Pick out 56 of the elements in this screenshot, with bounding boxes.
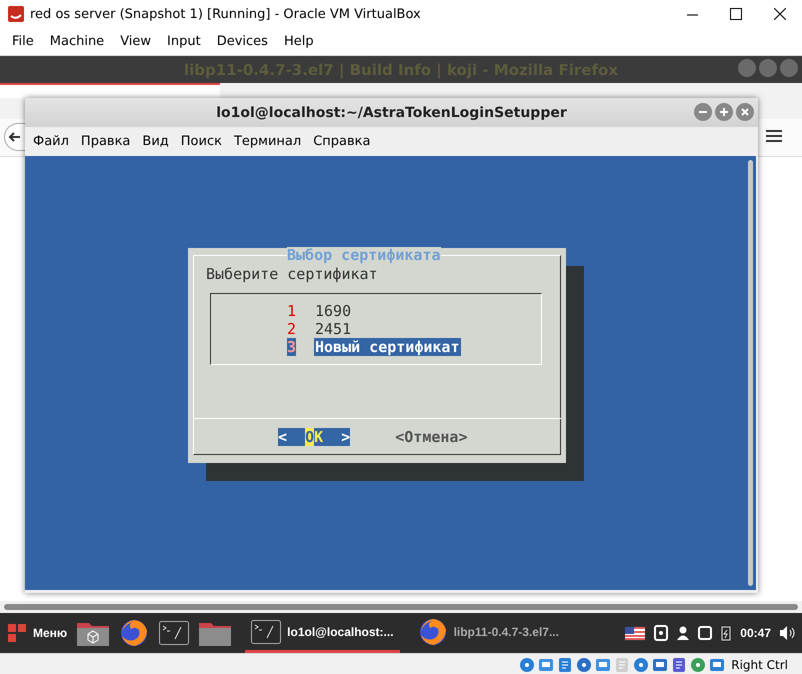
grid-icon: [8, 624, 26, 642]
flag-icon[interactable]: [625, 626, 646, 640]
browser-tab[interactable]: [0, 83, 220, 98]
clock[interactable]: 00:47: [740, 626, 771, 640]
app-icon: [8, 6, 24, 22]
dialog-prompt: Выберите сертификат: [206, 265, 378, 283]
window-icon[interactable]: [698, 626, 712, 640]
menu-item[interactable]: Правка: [74, 134, 136, 149]
launcher-button[interactable]: [119, 618, 150, 648]
minimize-button[interactable]: [694, 103, 712, 121]
menu-item[interactable]: Справка: [307, 134, 376, 149]
maximize-icon: [719, 107, 729, 117]
list-item[interactable]: 2451: [314, 320, 352, 338]
window-title: red os server (Snapshot 1) [Running] - Oracle VM VirtualBox: [30, 6, 422, 22]
terminal-title: lo1ol@localhost:~/AstraTokenLoginSetupper: [216, 104, 567, 120]
clipboard-icon[interactable]: [654, 625, 668, 641]
item-key: 3: [287, 338, 296, 356]
menu-item[interactable]: Поиск: [174, 134, 228, 149]
battery-icon[interactable]: [721, 625, 732, 641]
host-key-label: Right Ctrl: [731, 658, 788, 672]
menu-item[interactable]: Вид: [136, 134, 175, 149]
launcher-button[interactable]: [159, 621, 190, 645]
cube-folder-icon: [77, 620, 110, 646]
vertical-scrollbar[interactable]: [748, 160, 753, 586]
menu-item[interactable]: File: [4, 34, 42, 49]
globe-icon: [119, 618, 150, 648]
menu-item[interactable]: Терминал: [228, 134, 308, 149]
user-icon[interactable]: [677, 626, 690, 640]
start-menu-button[interactable]: Меню: [8, 624, 68, 642]
menu-item[interactable]: Machine: [42, 34, 112, 49]
item-key: 1: [287, 302, 296, 320]
task-button[interactable]: libp11-0.4.7-3.el7...: [412, 613, 565, 653]
back-button[interactable]: [4, 123, 25, 151]
item-key: 2: [287, 320, 296, 338]
folder-icon: [199, 620, 232, 646]
launcher-button[interactable]: [77, 620, 110, 646]
dialog-button[interactable]: < OK >: [278, 428, 350, 446]
menu-item[interactable]: View: [112, 34, 160, 49]
menu-item[interactable]: Файл: [27, 134, 75, 149]
terminal-icon: [159, 621, 190, 645]
list-item[interactable]: 1690: [314, 302, 352, 320]
dialog-button[interactable]: <Отмена>: [395, 428, 468, 446]
close-icon: [740, 107, 750, 117]
globe-icon: [418, 616, 448, 646]
menu-item[interactable]: Devices: [208, 34, 276, 49]
horizontal-scrollbar[interactable]: [0, 601, 802, 613]
back-arrow-icon: [8, 130, 21, 144]
menu-item[interactable]: Help: [276, 34, 322, 49]
terminal-icon: [251, 620, 282, 644]
minimize-button[interactable]: [738, 59, 756, 77]
menu-item[interactable]: Input: [159, 34, 209, 49]
list-item[interactable]: Новый сертификат: [314, 338, 460, 356]
dialog-title: Выбор сертификата: [287, 247, 441, 263]
close-icon: [774, 8, 786, 20]
maximize-icon: [730, 8, 742, 20]
volume-icon[interactable]: [780, 626, 796, 640]
